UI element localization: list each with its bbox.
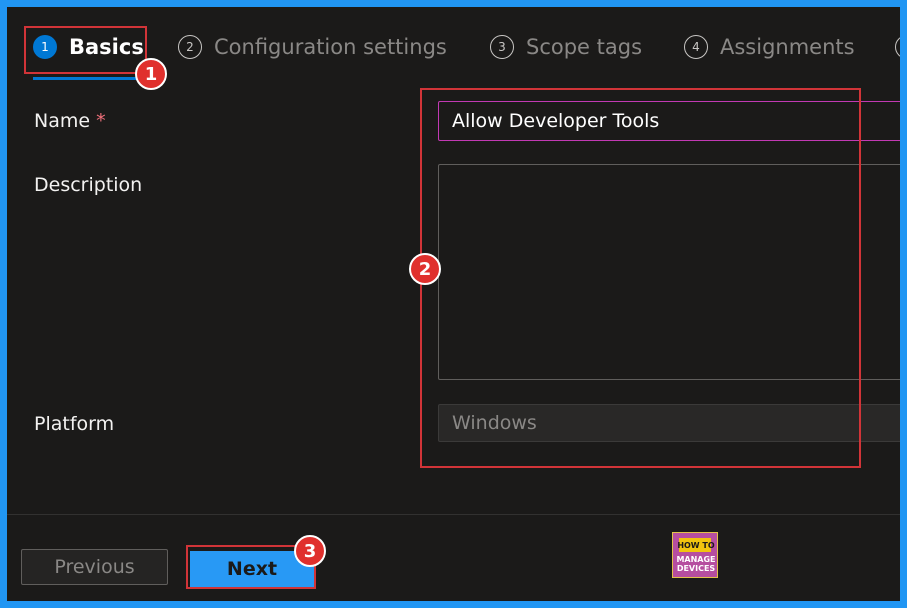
tab-configuration-settings[interactable]: 2 Configuration settings xyxy=(178,7,447,87)
name-label: Name * xyxy=(34,110,106,132)
platform-label: Platform xyxy=(34,413,115,435)
description-label: Description xyxy=(34,174,143,196)
tab-assignments[interactable]: 4 Assignments xyxy=(684,7,855,87)
app-frame: 1 Basics 2 Configuration settings 3 Scop… xyxy=(7,7,900,601)
tab-assignments-label: Assignments xyxy=(720,35,855,59)
platform-value: Windows xyxy=(452,412,537,434)
tab-scope-tags[interactable]: 3 Scope tags xyxy=(490,7,642,87)
annotation-badge-3: 3 xyxy=(294,535,326,567)
step-2-icon: 2 xyxy=(178,35,202,59)
step-3-icon: 3 xyxy=(490,35,514,59)
tab-scope-tags-label: Scope tags xyxy=(526,35,643,59)
tab-configuration-settings-label: Configuration settings xyxy=(214,35,447,59)
name-input[interactable]: Allow Developer Tools xyxy=(438,101,900,141)
step-5-icon xyxy=(895,35,900,59)
annotation-badge-1: 1 xyxy=(135,58,167,90)
name-label-text: Name xyxy=(34,110,91,132)
tab-basics-label: Basics xyxy=(69,35,144,59)
name-input-value: Allow Developer Tools xyxy=(452,110,660,132)
platform-select: Windows xyxy=(438,404,900,442)
step-1-icon: 1 xyxy=(33,35,57,59)
required-marker: * xyxy=(96,110,106,132)
step-4-icon: 4 xyxy=(684,35,708,59)
logo-line-2: MANAGE xyxy=(676,555,716,564)
footer-divider xyxy=(7,514,900,515)
howtomanagedevices-logo: HOW TO MANAGE DEVICES xyxy=(672,532,718,578)
tab-basics[interactable]: 1 Basics xyxy=(33,7,144,87)
active-tab-indicator xyxy=(33,77,141,80)
tab-next-step-partial[interactable] xyxy=(895,7,900,87)
description-textarea[interactable] xyxy=(438,164,900,380)
annotation-badge-2: 2 xyxy=(409,253,441,285)
previous-button[interactable]: Previous xyxy=(21,549,168,585)
logo-line-3: DEVICES xyxy=(676,564,716,573)
logo-line-1: HOW TO xyxy=(677,541,715,550)
